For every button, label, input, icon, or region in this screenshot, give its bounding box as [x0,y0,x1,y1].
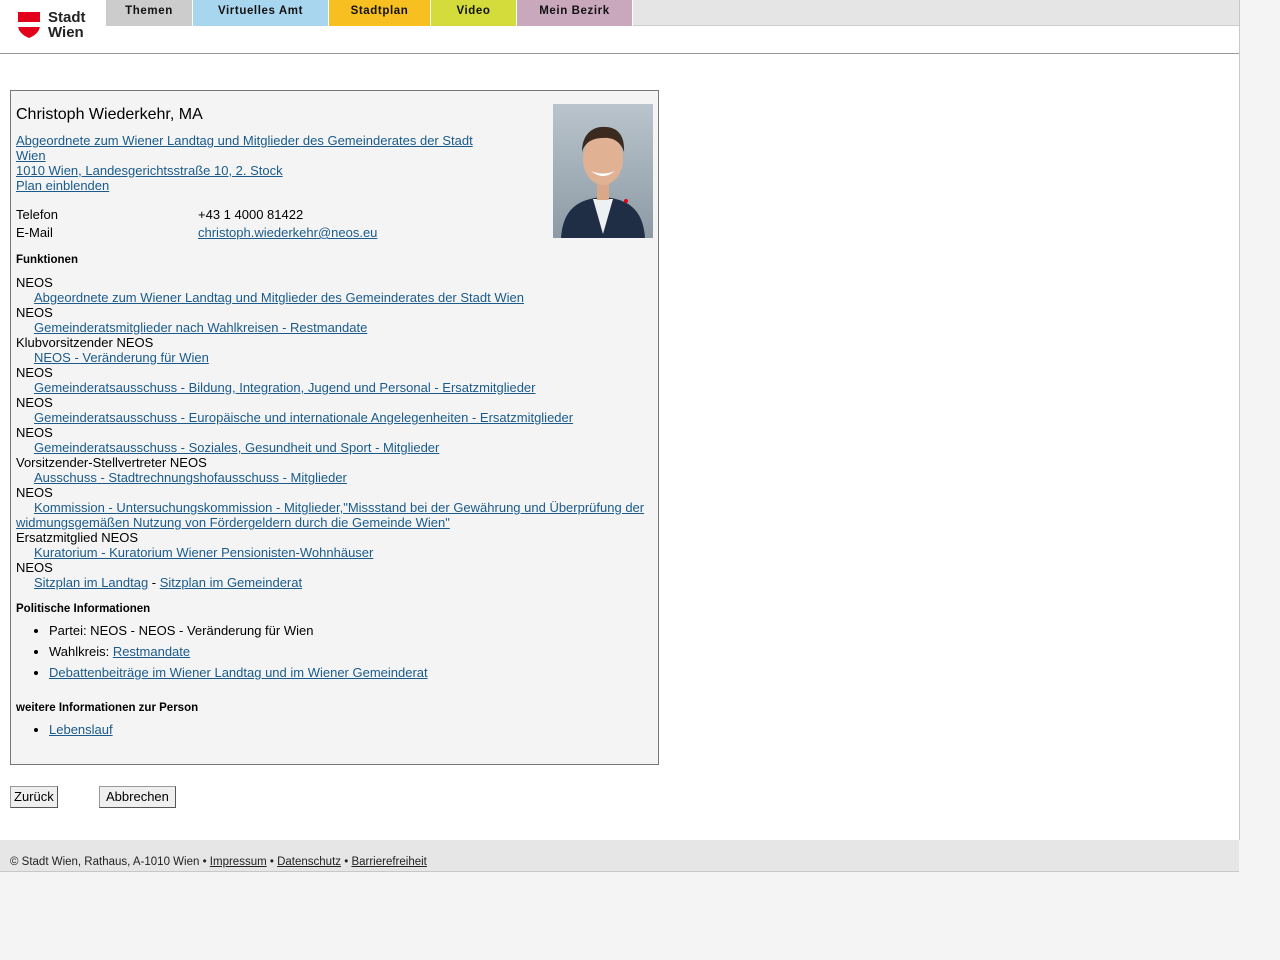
sitzplan-landtag-link[interactable]: Sitzplan im Landtag [34,575,148,590]
footer-separator: • [341,856,352,868]
affiliation-line1: Abgeordnete zum Wiener Landtag und Mitgl… [16,133,473,148]
function-link[interactable]: Gemeinderatsausschuss - Bildung, Integra… [34,380,536,395]
function-role: NEOS [16,560,53,575]
function-role: NEOS [16,275,53,290]
function-role: NEOS [16,365,53,380]
list-item: Lebenslauf [49,722,113,737]
weitere-heading: weitere Informationen zur Person [16,702,199,714]
function-role: NEOS [16,485,53,500]
list-item: Partei: NEOS - NEOS - Veränderung für Wi… [49,623,428,638]
email-link[interactable]: christoph.wiederkehr@neos.eu [198,225,377,241]
site-footer: © Stadt Wien, Rathaus, A-1010 Wien • Imp… [0,840,1239,872]
tab-themen[interactable]: Themen [106,0,193,26]
footer-links: © Stadt Wien, Rathaus, A-1010 Wien • Imp… [10,856,427,868]
stadt-wien-logo[interactable]: Stadt Wien [16,10,96,42]
tab-virtuelles-amt[interactable]: Virtuelles Amt [193,0,329,26]
logo-text-line2: Wien [48,24,84,41]
affiliation-link[interactable]: Abgeordnete zum Wiener Landtag und Mitgl… [16,133,486,163]
debatten-link[interactable]: Debattenbeiträge im Wiener Landtag und i… [49,665,428,680]
function-link[interactable]: Abgeordnete zum Wiener Landtag und Mitgl… [34,290,524,305]
function-link[interactable]: Gemeinderatsausschuss - Soziales, Gesund… [34,440,439,455]
portrait-image [553,104,653,238]
wahlkreis-label: Wahlkreis: [49,644,113,659]
show-plan-link[interactable]: Plan einblenden [16,178,486,193]
function-link[interactable]: NEOS - Veränderung für Wien [34,350,209,365]
politisch-heading: Politische Informationen [16,603,151,615]
list-item: Wahlkreis: Restmandate [49,644,428,659]
function-link[interactable]: Kuratorium - Kuratorium Wiener Pensionis… [34,545,373,560]
phone-label: Telefon [16,207,58,222]
tab-video[interactable]: Video [431,0,517,26]
person-card: Christoph Wiederkehr, MA Abgeordnete zum… [10,90,659,765]
funktionen-list: NEOS Abgeordnete zum Wiener Landtag und … [16,275,656,590]
function-role: Ersatzmitglied NEOS [16,530,139,545]
email-label: E-Mail [16,225,53,240]
weitere-list: Lebenslauf [16,722,113,737]
wahlkreis-link[interactable]: Restmandate [113,644,190,659]
wien-shield-icon [18,12,40,38]
function-role: Vorsitzender-Stellvertreter NEOS [16,455,207,470]
cancel-button[interactable]: Abbrechen [99,786,176,808]
function-link[interactable]: Kommission - Untersuchungskommission - M… [16,500,644,530]
impressum-link[interactable]: Impressum [210,856,267,868]
site-header: Stadt Wien Themen Virtuelles Amt Stadtpl… [0,0,1239,54]
affiliation-line2: Wien [16,148,46,163]
function-role: NEOS [16,395,53,410]
back-button[interactable]: Zurück [10,786,58,808]
tab-stadtplan[interactable]: Stadtplan [329,0,431,26]
datenschutz-link[interactable]: Datenschutz [277,856,341,868]
footer-copyright: © Stadt Wien, Rathaus, A-1010 Wien • [10,856,210,868]
person-address-block: Abgeordnete zum Wiener Landtag und Mitgl… [16,133,486,193]
person-name: Christoph Wiederkehr, MA [16,106,203,123]
function-link[interactable]: Gemeinderatsausschuss - Europäische und … [34,410,573,425]
function-link[interactable]: Ausschuss - Stadtrechnungshofausschuss -… [34,470,347,485]
list-item: Debattenbeiträge im Wiener Landtag und i… [49,665,428,680]
funktionen-heading: Funktionen [16,254,78,266]
footer-separator: • [266,856,278,868]
sitzplan-gemeinderat-link[interactable]: Sitzplan im Gemeinderat [160,575,302,590]
function-role: NEOS [16,425,53,440]
lebenslauf-link[interactable]: Lebenslauf [49,722,113,737]
barrierefreiheit-link[interactable]: Barrierefreiheit [351,856,426,868]
sitzplan-separator: - [148,575,160,590]
function-role: Klubvorsitzender NEOS [16,335,154,350]
politisch-list: Partei: NEOS - NEOS - Veränderung für Wi… [16,623,428,680]
partei-text: Partei: NEOS - NEOS - Veränderung für Wi… [49,623,314,638]
person-photo [553,104,653,238]
address-link[interactable]: 1010 Wien, Landesgerichtsstraße 10, 2. S… [16,163,486,178]
phone-value: +43 1 4000 81422 [198,207,304,222]
tab-mein-bezirk[interactable]: Mein Bezirk [517,0,633,26]
function-role: NEOS [16,305,53,320]
logo-text-line1: Stadt [48,9,86,26]
function-link[interactable]: Gemeinderatsmitglieder nach Wahlkreisen … [34,320,367,335]
